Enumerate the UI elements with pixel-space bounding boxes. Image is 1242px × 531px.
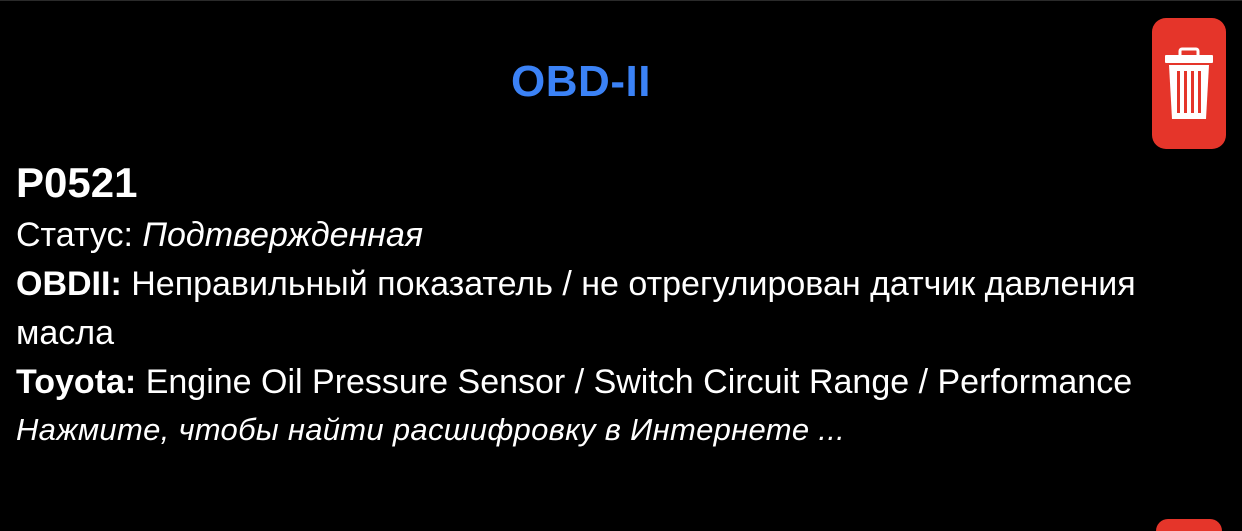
toyota-label: Toyota: (16, 363, 137, 401)
obdii-label: OBDII: (16, 265, 122, 303)
delete-button[interactable] (1152, 18, 1226, 149)
obdii-row: OBDII: Неправильный показатель / не отре… (16, 260, 1176, 358)
protocol-title: OBD-II (511, 57, 651, 106)
obdii-description: Неправильный показатель / не отрегулиров… (16, 265, 1136, 352)
dtc-code: P0521 (16, 159, 138, 206)
search-online-link[interactable]: Нажмите, чтобы найти расшифровку в Интер… (16, 407, 1176, 453)
status-label: Статус: (16, 216, 133, 254)
status-value: Подтвержденная (142, 216, 424, 254)
dtc-card[interactable]: OBD-II P0521 Статус: Подтвержденная OBDI… (0, 0, 1242, 525)
status-row: Статус: Подтвержденная (16, 211, 1176, 260)
dtc-details: P0521 Статус: Подтвержденная OBDII: Непр… (16, 155, 1176, 453)
trash-icon (1165, 47, 1213, 119)
toyota-row: Toyota: Engine Oil Pressure Sensor / Swi… (16, 358, 1176, 407)
next-delete-button-peek[interactable] (1156, 519, 1222, 531)
toyota-description: Engine Oil Pressure Sensor / Switch Circ… (145, 363, 1133, 401)
